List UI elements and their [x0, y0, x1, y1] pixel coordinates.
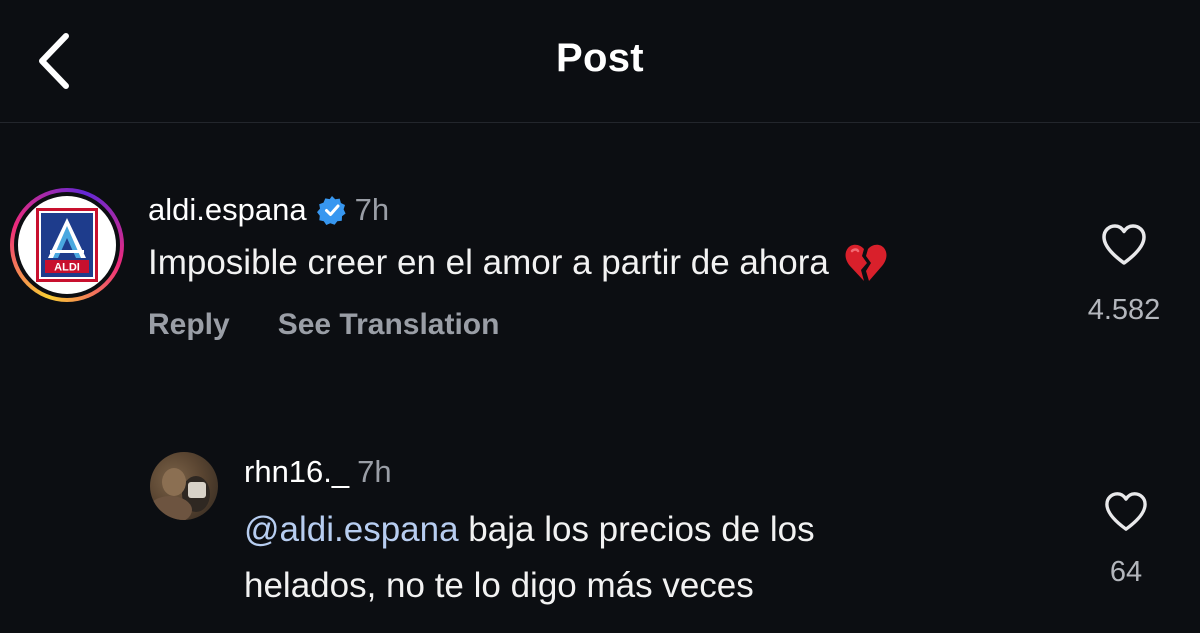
- top-bar: Post: [0, 0, 1200, 123]
- comment-like: 4.582: [1064, 222, 1184, 327]
- heart-outline-icon: [1102, 224, 1146, 265]
- comment-username[interactable]: aldi.espana: [148, 192, 307, 228]
- reply-button[interactable]: Reply: [148, 308, 230, 342]
- reply-like: 64: [1066, 490, 1186, 589]
- comment-text-row: Imposible creer en el amor a partir de a…: [148, 240, 889, 286]
- page-title: Post: [556, 36, 644, 80]
- aldi-logo-icon: ALDI: [36, 208, 98, 282]
- reply-avatar[interactable]: [150, 452, 218, 520]
- reply-text-line2: helados, no te lo digo más veces: [244, 566, 754, 605]
- reply-text: @aldi.espana baja los precios de los hel…: [244, 502, 924, 614]
- reply-text-line1: baja los precios de los: [458, 510, 815, 549]
- comment-text: Imposible creer en el amor a partir de a…: [148, 243, 829, 282]
- see-translation-button[interactable]: See Translation: [278, 308, 500, 342]
- reply-like-count: 64: [1109, 556, 1143, 588]
- reply-username[interactable]: rhn16._: [244, 454, 349, 490]
- reply-time: 7h: [357, 454, 392, 489]
- reply-like-button[interactable]: [1103, 490, 1149, 532]
- comment-time: 7h: [354, 192, 390, 227]
- like-count: 4.582: [1087, 294, 1161, 326]
- heart-outline-icon: [1105, 492, 1147, 531]
- comment-header: aldi.espana 7h: [148, 190, 389, 230]
- avatar[interactable]: ALDI: [10, 188, 124, 302]
- aldi-logo-text: ALDI: [54, 262, 80, 274]
- like-button[interactable]: [1100, 222, 1148, 266]
- avatar-photo: [150, 468, 210, 520]
- comment-actions: Reply See Translation: [148, 308, 499, 342]
- reply-header: rhn16._ 7h: [244, 452, 392, 492]
- verified-badge-icon: [316, 195, 347, 225]
- mention-link[interactable]: @aldi.espana: [244, 510, 459, 549]
- broken-heart-icon: [843, 240, 889, 286]
